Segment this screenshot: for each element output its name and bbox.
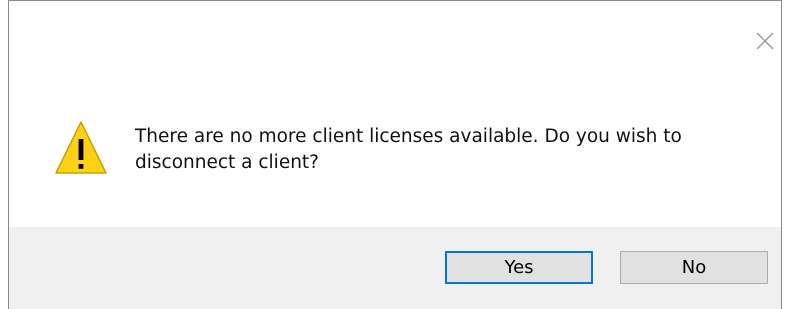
message-dialog: There are no more client licenses availa…: [8, 0, 782, 309]
warning-triangle-icon: [53, 119, 109, 177]
button-bar: Yes No: [9, 227, 781, 309]
no-button[interactable]: No: [620, 251, 768, 284]
dialog-message: There are no more client licenses availa…: [135, 126, 682, 173]
close-button[interactable]: [751, 27, 779, 55]
yes-button[interactable]: Yes: [445, 251, 593, 284]
close-icon: [756, 32, 774, 50]
